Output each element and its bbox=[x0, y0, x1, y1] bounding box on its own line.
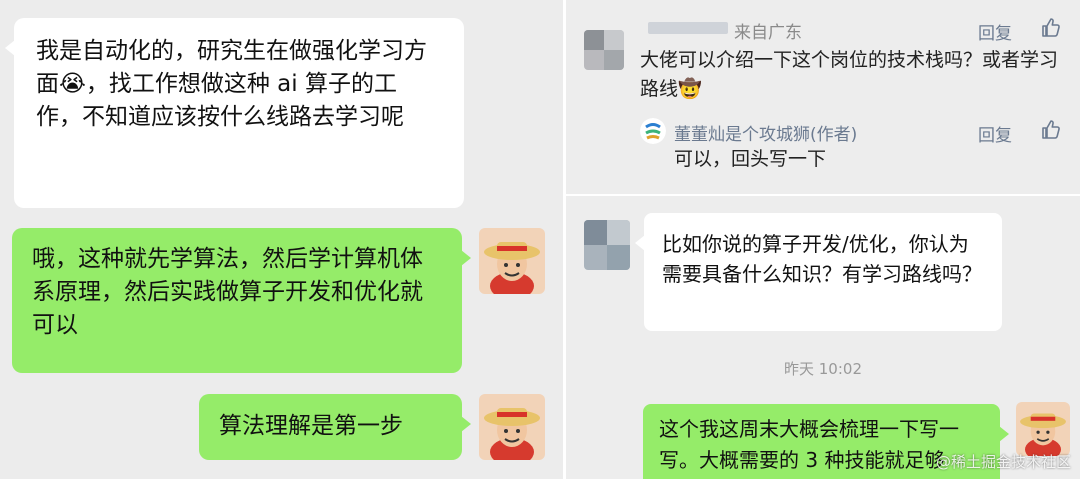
message-text: 我是自动化的，研究生在做强化学习方面😭，找工作想做这种 ai 算子的工作，不知道… bbox=[36, 38, 427, 130]
blurred-avatar-icon bbox=[584, 30, 624, 70]
left-chat-panel: 我是自动化的，研究生在做强化学习方面😭，找工作想做这种 ai 算子的工作，不知道… bbox=[0, 0, 563, 479]
chat-message-incoming[interactable]: 我是自动化的，研究生在做强化学习方面😭，找工作想做这种 ai 算子的工作，不知道… bbox=[5, 18, 464, 208]
straw-hat-avatar-icon bbox=[1016, 402, 1070, 456]
comment-author: 来自广东 bbox=[734, 23, 802, 43]
thumb-up-icon bbox=[1042, 18, 1060, 37]
user-avatar[interactable] bbox=[1016, 402, 1070, 456]
section-divider bbox=[566, 194, 1080, 196]
straw-hat-avatar-icon bbox=[479, 394, 545, 460]
message-text: 这个我这周末大概会梳理一下写一写。大概需要的 3 种技能就足够 bbox=[659, 417, 959, 472]
commenter-avatar[interactable] bbox=[584, 30, 624, 70]
blurred-avatar-icon bbox=[584, 220, 630, 270]
watermark: @稀土掘金技术社区 bbox=[936, 453, 1072, 471]
author-avatar[interactable] bbox=[640, 118, 666, 144]
author-logo-icon bbox=[640, 118, 666, 144]
reply-text: 可以，回头写一下 bbox=[674, 148, 827, 170]
user-avatar[interactable] bbox=[479, 228, 545, 294]
reply-button[interactable]: 回复 bbox=[978, 19, 1012, 44]
chat-message-outgoing[interactable]: 算法理解是第一步 bbox=[199, 394, 471, 460]
reply-button[interactable]: 回复 bbox=[978, 121, 1012, 146]
like-thumb-icon[interactable] bbox=[1039, 16, 1063, 40]
like-thumb-icon[interactable] bbox=[1039, 118, 1063, 142]
right-comments-panel: 来自广东 回复 大佬可以介绍一下这个岗位的技术栈吗？或者学习路线🤠 董董灿是个攻… bbox=[566, 0, 1080, 479]
message-text: 哦，这种就先学算法，然后学计算机体系原理，然后实践做算子开发和优化就可以 bbox=[32, 246, 423, 338]
comment-text: 大佬可以介绍一下这个岗位的技术栈吗？或者学习路线🤠 bbox=[640, 49, 1059, 100]
masked-username bbox=[648, 22, 728, 34]
chat-message-incoming[interactable]: 比如你说的算子开发/优化，你认为需要具备什么知识？有学习路线吗？ bbox=[635, 213, 1002, 331]
user-avatar[interactable] bbox=[479, 394, 545, 460]
chat-timestamp: 昨天 10:02 bbox=[784, 360, 862, 378]
thumb-up-icon bbox=[1042, 120, 1060, 139]
contact-avatar[interactable] bbox=[584, 220, 630, 270]
chat-message-outgoing[interactable]: 哦，这种就先学算法，然后学计算机体系原理，然后实践做算子开发和优化就可以 bbox=[12, 228, 471, 373]
reply-author: 董董灿是个攻城狮(作者) bbox=[674, 125, 858, 145]
straw-hat-avatar-icon bbox=[479, 228, 545, 294]
message-text: 比如你说的算子开发/优化，你认为需要具备什么知识？有学习路线吗？ bbox=[662, 232, 982, 286]
message-text: 算法理解是第一步 bbox=[219, 413, 403, 439]
